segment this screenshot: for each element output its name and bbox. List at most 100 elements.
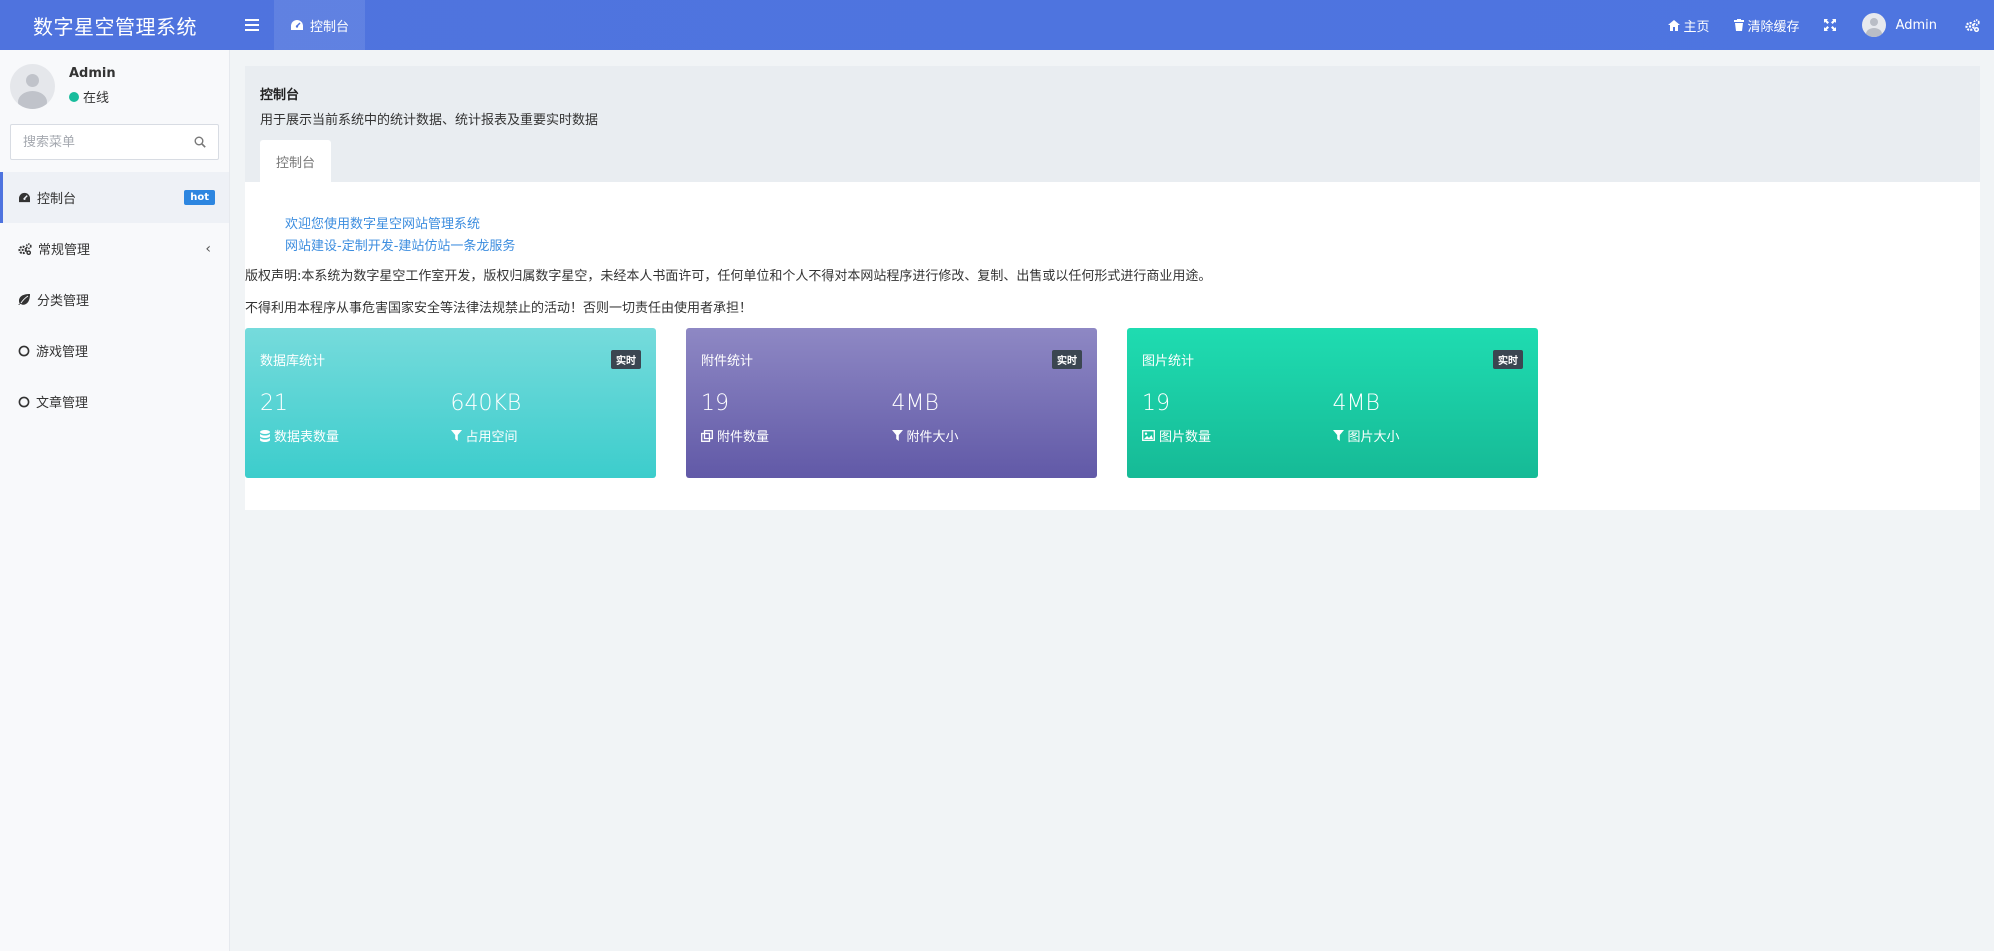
- dashboard-icon: [291, 20, 303, 30]
- hot-badge: hot: [184, 190, 215, 205]
- expand-icon: [1823, 19, 1836, 31]
- warning-notice: 不得利用本程序从事危害国家安全等法律法规禁止的活动！否则一切责任由使用者承担！: [245, 301, 753, 316]
- status-badge[interactable]: 在线: [69, 87, 116, 106]
- database-icon: [260, 429, 270, 442]
- sidebar-item-category[interactable]: 分类管理: [0, 274, 229, 325]
- tab-dashboard-label: 控制台: [310, 19, 350, 35]
- service-link[interactable]: 网站建设-定制开发-建站仿站一条龙服务: [285, 236, 1980, 258]
- stat-label-text: 附件数量: [717, 430, 770, 445]
- search-icon[interactable]: [194, 136, 206, 148]
- welcome-link[interactable]: 欢迎您使用数字星空网站管理系统: [285, 214, 1980, 236]
- tab-dashboard-panel[interactable]: 控制台: [260, 140, 332, 182]
- stat-label-text: 附件大小: [906, 430, 959, 445]
- stat-label-text: 占用空间: [465, 430, 518, 445]
- files-icon: [701, 429, 713, 442]
- user-menu[interactable]: Admin: [1848, 0, 1957, 50]
- attachment-size-stat: 4MB 附件大小: [891, 391, 1083, 445]
- sidebar-item-label: 文章管理: [36, 396, 89, 411]
- sidebar-user-name: Admin: [69, 66, 116, 81]
- cogs-icon: [18, 242, 32, 255]
- page-title: 控制台: [260, 88, 300, 103]
- filter-icon: [450, 430, 462, 441]
- clear-cache-button[interactable]: 清除缓存: [1722, 0, 1812, 50]
- stat-label: 附件大小: [891, 426, 1083, 445]
- sidebar-item-dashboard[interactable]: 控制台 hot: [0, 172, 229, 223]
- dashboard-icon: [19, 192, 30, 203]
- stat-value: 21: [260, 391, 288, 416]
- fullscreen-button[interactable]: [1812, 0, 1848, 50]
- stat-label-text: 图片大小: [1347, 430, 1400, 445]
- stat-value: 4MB: [891, 391, 939, 416]
- card-title: 图片统计: [1142, 354, 1195, 369]
- stat-label: 图片数量: [1142, 426, 1333, 445]
- stat-value: 4MB: [1332, 391, 1380, 416]
- leaf-icon: [18, 294, 30, 305]
- brand-title[interactable]: 数字星空管理系统: [0, 0, 230, 50]
- cogs-icon: [1965, 18, 1980, 32]
- attachment-stats-card: 附件统计 实时 19 附件数量 4MB 附件大小: [686, 328, 1097, 478]
- stat-value: 19: [1142, 391, 1170, 416]
- sidebar-menu: 控制台 hot 常规管理 ‹ 分类管理 游戏管理 文章管理: [0, 172, 229, 427]
- chevron-left-icon: ‹: [205, 240, 211, 257]
- stat-label: 附件数量: [701, 426, 892, 445]
- realtime-badge: 实时: [1052, 350, 1082, 369]
- status-label: 在线: [83, 91, 110, 106]
- main-content: 控制台 用于展示当前系统中的统计数据、统计报表及重要实时数据 控制台 欢迎您使用…: [245, 66, 1980, 510]
- image-stats-card: 图片统计 实时 19 图片数量 4MB 图片大小: [1127, 328, 1538, 478]
- top-right-actions: 主页 清除缓存 Admin: [1656, 0, 1994, 50]
- filter-icon: [891, 430, 903, 441]
- table-count-stat: 21 数据表数量: [260, 391, 451, 445]
- panel-heading: 控制台 用于展示当前系统中的统计数据、统计报表及重要实时数据 控制台: [245, 66, 1980, 182]
- menu-icon: [245, 19, 259, 31]
- stat-label: 数据表数量: [260, 426, 451, 445]
- clear-cache-label: 清除缓存: [1747, 19, 1800, 35]
- card-title: 数据库统计: [260, 354, 326, 369]
- home-link-label: 主页: [1683, 19, 1710, 35]
- image-size-stat: 4MB 图片大小: [1332, 391, 1524, 445]
- database-stats-card: 数据库统计 实时 21 数据表数量 640KB 占用空间: [245, 328, 656, 478]
- sidebar: Admin 在线 控制台 hot 常规管理 ‹ 分类管理 游戏管理: [0, 50, 230, 951]
- welcome-block: 欢迎您使用数字星空网站管理系统 网站建设-定制开发-建站仿站一条龙服务: [245, 182, 1980, 258]
- sidebar-toggle-button[interactable]: [230, 0, 274, 50]
- card-title: 附件统计: [701, 354, 754, 369]
- stat-label: 图片大小: [1332, 426, 1524, 445]
- sidebar-item-label: 常规管理: [38, 243, 91, 258]
- settings-button[interactable]: [1957, 0, 1994, 50]
- online-dot-icon: [69, 91, 79, 102]
- panel-body: 欢迎您使用数字星空网站管理系统 网站建设-定制开发-建站仿站一条龙服务 版权声明…: [245, 182, 1980, 510]
- sidebar-item-label: 游戏管理: [36, 345, 89, 360]
- stat-label: 占用空间: [450, 426, 642, 445]
- search-input[interactable]: [23, 134, 194, 150]
- stat-label-text: 数据表数量: [274, 430, 340, 445]
- card-stats: 19 图片数量 4MB 图片大小: [1142, 391, 1523, 445]
- realtime-badge: 实时: [1493, 350, 1523, 369]
- tab-dashboard[interactable]: 控制台: [274, 0, 366, 50]
- realtime-badge: 实时: [611, 350, 641, 369]
- sidebar-item-general[interactable]: 常规管理 ‹: [0, 223, 229, 274]
- sidebar-item-label: 控制台: [37, 192, 77, 207]
- stat-value: 19: [701, 391, 729, 416]
- image-count-stat: 19 图片数量: [1142, 391, 1333, 445]
- sidebar-item-games[interactable]: 游戏管理: [0, 325, 229, 376]
- header-user-name: Admin: [1895, 17, 1937, 33]
- stat-value: 640KB: [450, 391, 522, 416]
- space-used-stat: 640KB 占用空间: [450, 391, 642, 445]
- header-avatar: [1861, 13, 1886, 37]
- card-stats: 21 数据表数量 640KB 占用空间: [260, 391, 641, 445]
- user-info: Admin 在线: [69, 66, 116, 106]
- home-link[interactable]: 主页: [1656, 0, 1722, 50]
- avatar: [10, 63, 55, 109]
- circle-icon: [18, 396, 30, 407]
- filter-icon: [1332, 430, 1344, 441]
- stat-label-text: 图片数量: [1159, 430, 1212, 445]
- copyright-notice: 版权声明:本系统为数字星空工作室开发，版权归属数字星空，未经本人书面许可，任何单…: [245, 269, 1212, 284]
- menu-search: [10, 124, 219, 160]
- sidebar-item-label: 分类管理: [37, 294, 90, 309]
- page-description: 用于展示当前系统中的统计数据、统计报表及重要实时数据: [260, 113, 599, 128]
- card-stats: 19 附件数量 4MB 附件大小: [701, 391, 1082, 445]
- circle-icon: [18, 345, 30, 356]
- sidebar-item-articles[interactable]: 文章管理: [0, 376, 229, 427]
- top-header: 数字星空管理系统 控制台 主页 清除缓存 Admin: [0, 0, 1994, 50]
- attachment-count-stat: 19 附件数量: [701, 391, 892, 445]
- trash-icon: [1733, 19, 1744, 31]
